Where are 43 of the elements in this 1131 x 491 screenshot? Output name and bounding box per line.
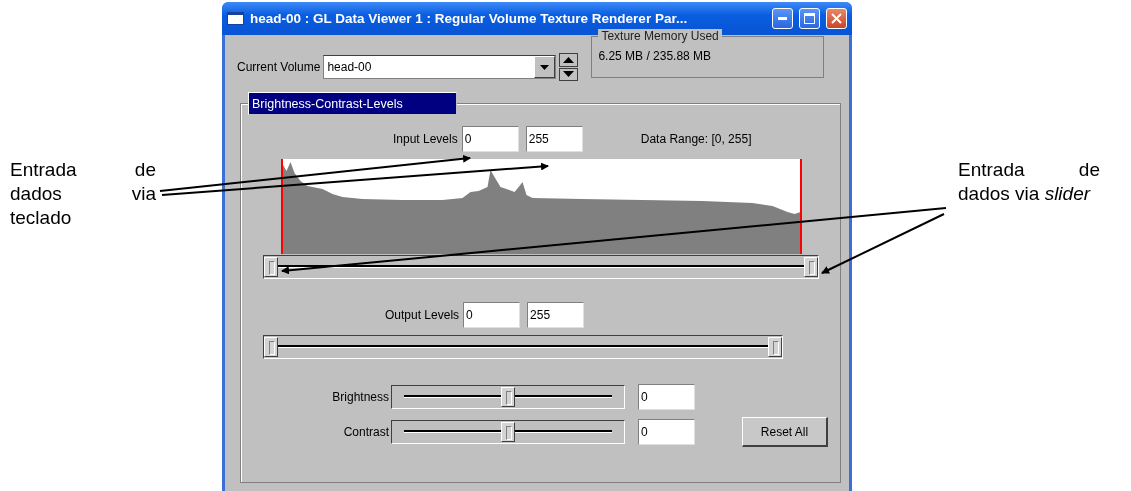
field-label: Output Levels	[385, 308, 460, 322]
range-slider[interactable]	[391, 420, 625, 444]
caret-up-icon	[563, 56, 575, 63]
group-title: Texture Memory Used	[598, 29, 722, 43]
range-slider[interactable]	[391, 385, 625, 409]
maximize-icon	[804, 13, 815, 24]
slider-thumb[interactable]	[501, 422, 515, 442]
field-label: Current Volume	[237, 60, 321, 74]
slider-label: Contrast	[342, 425, 390, 439]
volume-dropdown[interactable]: head-00	[323, 55, 557, 79]
input-field[interactable]: 0	[638, 419, 695, 445]
input-field[interactable]: 0	[463, 302, 521, 328]
reset-button[interactable]: Reset All	[742, 417, 828, 447]
dropdown-button[interactable]	[534, 56, 556, 78]
minimize-button[interactable]	[772, 8, 793, 29]
input-field[interactable]: 0	[461, 126, 519, 152]
data-range-text: Data Range: [0, 255]	[640, 132, 752, 146]
slider-thumb[interactable]	[264, 337, 278, 357]
down-button[interactable]	[559, 67, 579, 81]
annotation-text: Entrada de dados via teclado	[10, 158, 156, 230]
input-field[interactable]: 255	[525, 126, 583, 152]
annotation-text: Entrada de dados via slider	[958, 158, 1100, 206]
minimize-icon	[778, 17, 787, 20]
slider-label: Brightness	[331, 390, 390, 404]
caret-down-icon	[540, 64, 550, 70]
slider-thumb[interactable]	[264, 257, 278, 277]
field-label: Input Levels	[393, 132, 458, 146]
range-slider[interactable]	[263, 255, 819, 279]
range-slider[interactable]	[263, 335, 783, 359]
caret-down-icon	[563, 71, 575, 78]
window-icon	[227, 12, 244, 25]
close-icon	[831, 13, 842, 24]
window-title: head-00 : GL Data Viewer 1 : Regular Volume Texture Renderer Par...	[250, 11, 689, 26]
up-button[interactable]	[559, 53, 579, 67]
tab[interactable]: Brightness-Contrast-Levels	[248, 92, 457, 115]
maximize-button[interactable]	[799, 8, 820, 29]
memory-reading: 6.25 MB / 235.88 MB	[598, 49, 712, 63]
input-field[interactable]: 255	[527, 302, 585, 328]
input-field[interactable]: 0	[638, 384, 695, 410]
slider-thumb[interactable]	[501, 387, 515, 407]
close-button[interactable]	[826, 8, 847, 29]
slider-thumb[interactable]	[768, 337, 782, 357]
slider-thumb[interactable]	[804, 257, 818, 277]
